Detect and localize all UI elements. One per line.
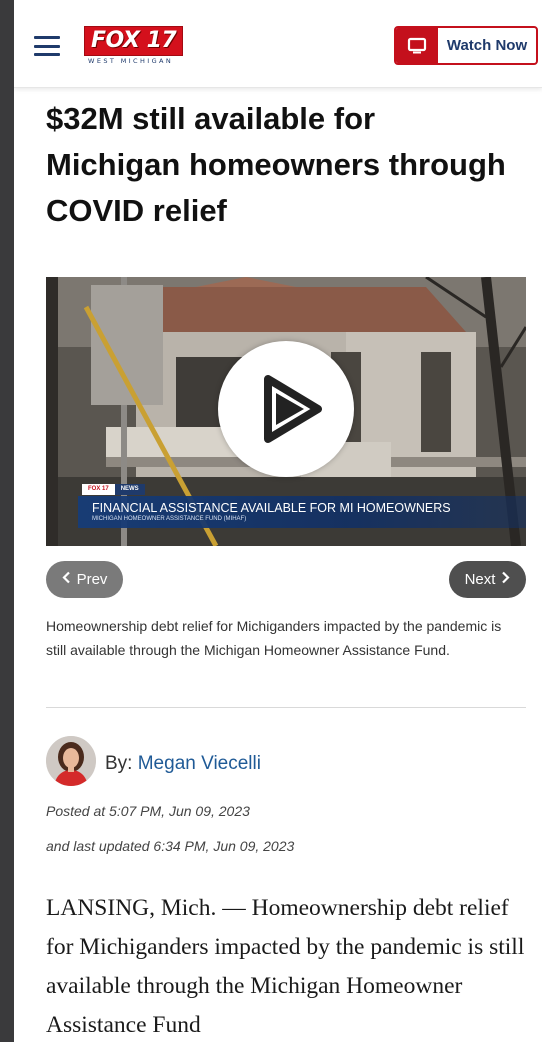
article-headline: $32M still available for Michigan homeow… [46,101,506,228]
watch-now-label: Watch Now [446,37,528,54]
next-button[interactable]: Next [449,561,526,598]
logo-badge: FOX 17 [84,26,184,56]
chevron-right-icon [501,571,510,588]
video-player[interactable]: FOX 17 NEWS FINANCIAL ASSISTANCE AVAILAB… [46,277,526,546]
prev-label: Prev [76,571,108,588]
byline: By: Megan Viecelli [105,752,261,776]
tag-secondary: NEWS [114,484,145,495]
posted-timestamp: Posted at 5:07 PM, Jun 09, 2023 [46,803,250,819]
site-header: FOX 17 WEST MICHIGAN Watch Now [14,0,542,88]
next-label: Next [464,571,496,588]
news-tag: FOX 17 NEWS [82,484,145,495]
author-name-link[interactable]: Megan Viecelli [138,753,261,774]
chevron-left-icon [62,571,71,588]
lower-third-subtitle: MICHIGAN HOMEOWNER ASSISTANCE FUND (MIHA… [92,516,247,522]
site-logo[interactable]: FOX 17 WEST MICHIGAN [84,22,214,66]
updated-timestamp: and last updated 6:34 PM, Jun 09, 2023 [46,838,295,854]
divider [46,707,526,708]
tv-icon [396,28,438,63]
video-caption: Homeownership debt relief for Michigande… [46,618,502,658]
mobile-viewport: FOX 17 WEST MICHIGAN Watch Now $32M stil… [14,0,542,1042]
play-button[interactable] [218,341,354,477]
tag-primary: FOX 17 [82,484,115,495]
video-lower-third: FOX 17 NEWS FINANCIAL ASSISTANCE AVAILAB… [78,484,526,528]
article-body-paragraph: LANSING, Mich. — Homeownership debt reli… [46,895,525,1038]
byline-prefix: By: [105,753,133,774]
prev-button[interactable]: Prev [46,561,123,598]
logo-subtext: WEST MICHIGAN [88,57,174,65]
logo-text: FOX 17 [91,28,177,53]
menu-icon[interactable] [34,36,60,56]
lower-third-bar: FINANCIAL ASSISTANCE AVAILABLE FOR MI HO… [78,496,526,528]
watch-now-button[interactable]: Watch Now [394,26,538,65]
play-icon [264,375,322,443]
author-avatar[interactable] [46,736,96,786]
lower-third-title: FINANCIAL ASSISTANCE AVAILABLE FOR MI HO… [92,501,451,515]
author-photo [46,736,96,786]
